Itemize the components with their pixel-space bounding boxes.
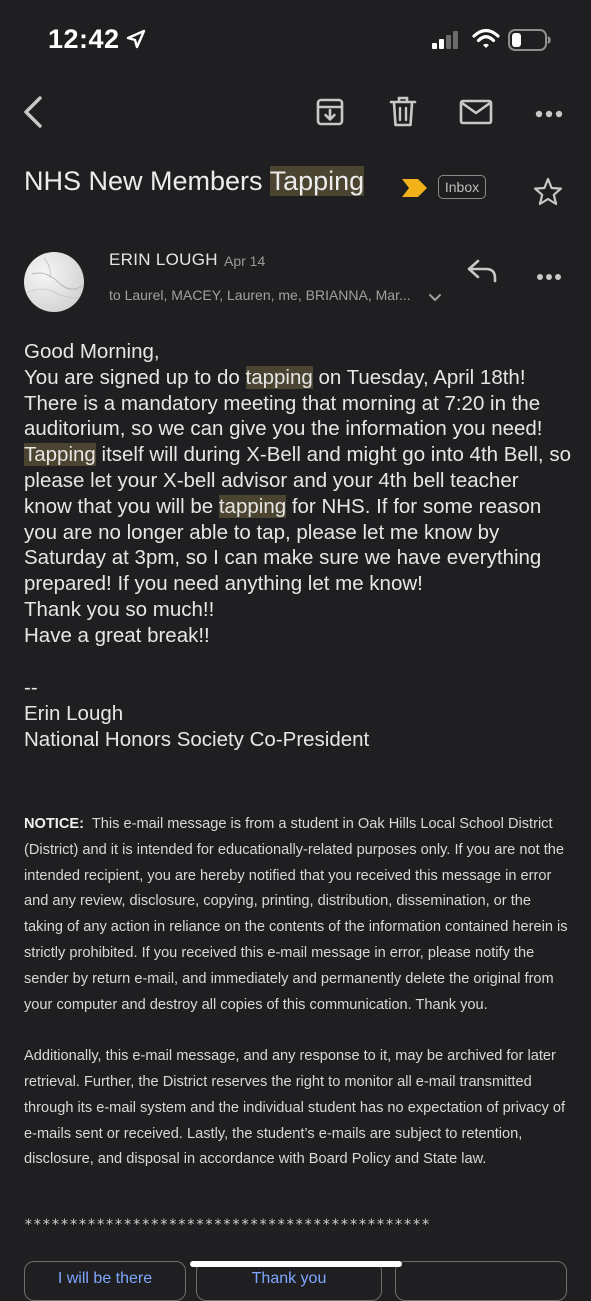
reply-icon [466, 259, 498, 288]
location-arrow-icon [126, 25, 146, 56]
additional-paragraph: Additionally, this e-mail message, and a… [24, 1048, 566, 1168]
inbox-label-badge[interactable]: Inbox [438, 175, 486, 199]
message-date: Apr 14 [224, 253, 266, 269]
home-indicator[interactable] [190, 1261, 402, 1267]
sender-name[interactable]: ERIN LOUGH [109, 250, 218, 270]
legal-notice: NOTICE: This e-mail message is from a st… [24, 812, 572, 1173]
back-button[interactable] [15, 95, 51, 134]
closing-line: Have a great break!! [24, 623, 210, 647]
battery-icon [508, 28, 552, 57]
star-icon[interactable] [532, 176, 564, 213]
signature-dash: -- [24, 676, 38, 699]
reply-button[interactable] [466, 258, 498, 289]
delete-button[interactable] [385, 96, 421, 132]
quick-reply-3[interactable] [395, 1261, 567, 1301]
chevron-down-icon[interactable] [428, 290, 442, 308]
archive-icon [315, 97, 345, 132]
trash-icon [389, 96, 417, 133]
quick-reply-1[interactable]: I will be there [24, 1261, 186, 1301]
message-more-button[interactable] [536, 268, 562, 286]
status-time: 12:42 [48, 24, 146, 56]
signature-title: National Honors Society Co-President [24, 728, 370, 751]
wifi-icon [472, 27, 500, 56]
recipients-summary[interactable]: to Laurel, MACEY, Lauren, me, BRIANNA, M… [109, 287, 411, 303]
archive-button[interactable] [312, 96, 348, 132]
mail-icon [459, 99, 493, 130]
notice-paragraph: NOTICE: This e-mail message is from a st… [24, 816, 568, 1013]
email-subject: NHS New Members Tapping [24, 166, 365, 196]
quick-reply-2[interactable]: Thank you [196, 1261, 382, 1301]
body-paragraph: You are signed up to do tapping on Tuesd… [24, 365, 571, 596]
search-highlight: Tapping [269, 166, 365, 196]
more-horizontal-icon [535, 105, 563, 123]
notice-label: NOTICE: [24, 816, 84, 832]
greeting: Good Morning, [24, 340, 160, 363]
thanks-line: Thank you so much!! [24, 597, 215, 621]
mark-unread-button[interactable] [458, 96, 494, 132]
search-highlight: tapping [218, 494, 287, 518]
more-horizontal-icon [536, 268, 562, 285]
signature: -- Erin Lough National Honors Society Co… [24, 675, 369, 753]
more-options-button[interactable] [531, 96, 567, 132]
search-highlight: Tapping [24, 443, 96, 467]
message-body: Good Morning, You are signed up to do ta… [24, 339, 572, 649]
sender-avatar[interactable] [24, 252, 84, 312]
important-marker-icon[interactable] [401, 178, 429, 203]
cellular-signal-icon [432, 30, 462, 55]
search-highlight: tapping [245, 365, 313, 389]
chevron-left-icon [21, 95, 45, 134]
divider-asterisks: ****************************************… [24, 1217, 431, 1233]
signature-name: Erin Lough [24, 702, 124, 725]
